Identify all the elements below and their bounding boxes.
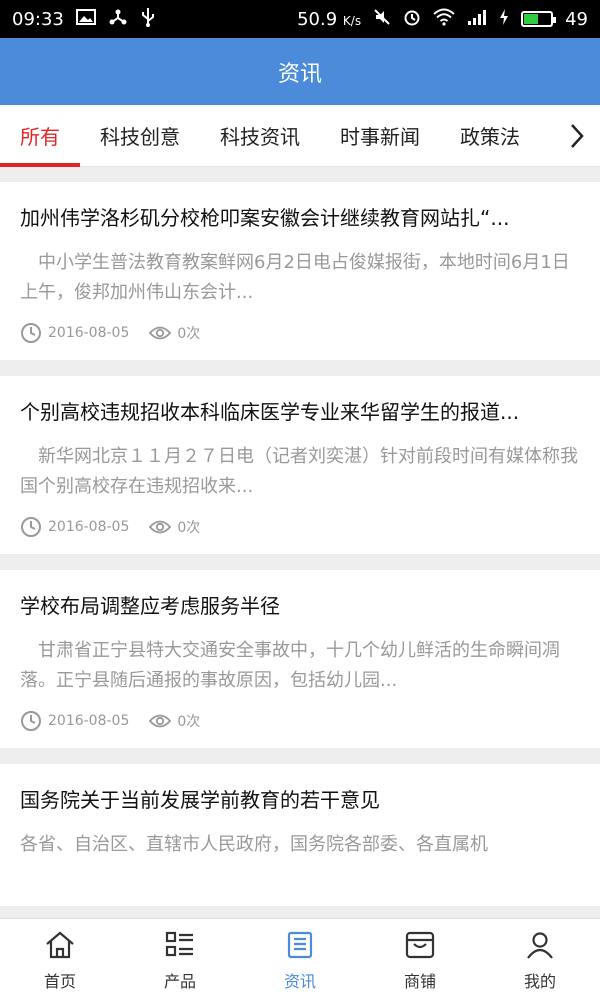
- chevron-right-icon[interactable]: [564, 123, 590, 149]
- image-icon: [75, 8, 96, 30]
- clock-icon: [20, 710, 42, 732]
- article-summary: 中小学生普法教育教案鲜网6月2日电占俊媒报街，本地时间6月1日上午，俊邦加州伟山…: [20, 252, 570, 303]
- news-icon: [283, 928, 317, 962]
- nav-home[interactable]: 首页: [0, 919, 120, 1000]
- nav-mine-label: 我的: [523, 971, 556, 991]
- article-views: 0次: [177, 326, 201, 342]
- article-card[interactable]: 学校布局调整应考虑服务半径 甘肃省正宁县特大交通安全事故中，十几个幼儿鲜活的生命…: [0, 570, 600, 748]
- network-speed: 50.9 K/s: [297, 8, 362, 30]
- article-meta: 2016-08-05 0次: [20, 710, 580, 732]
- article-title: 加州伟学洛杉矶分校枪叩案安徽会计继续教育网站扎“...: [20, 206, 510, 230]
- article-card[interactable]: 个别高校违规招收本科临床医学专业来华留学生的报道... 新华网北京１１月２７日电…: [0, 376, 600, 554]
- page-title: 资讯: [277, 61, 322, 87]
- battery-level: 49: [565, 8, 588, 30]
- article-card[interactable]: 国务院关于当前发展学前教育的若干意见 各省、自治区、直辖市人民政府，国务院各部委…: [0, 764, 600, 906]
- article-card[interactable]: 加州伟学洛杉矶分校枪叩案安徽会计继续教育网站扎“... 中小学生普法教育教案鲜网…: [0, 182, 600, 360]
- article-summary: 各省、自治区、直辖市人民政府，国务院各部委、各直属机: [20, 834, 488, 855]
- battery-icon: [521, 11, 557, 27]
- article-meta: 2016-08-05 0次: [20, 322, 580, 344]
- nav-products[interactable]: 产品: [120, 919, 240, 1000]
- article-views: 0次: [177, 714, 201, 730]
- eye-icon: [149, 322, 172, 344]
- article-date: 2016-08-05: [48, 519, 130, 535]
- mute-icon: [373, 8, 391, 30]
- article-date: 2016-08-05: [48, 713, 130, 729]
- user-icon: [523, 928, 557, 962]
- home-icon: [43, 928, 77, 962]
- tab-tech-news[interactable]: 科技资讯: [200, 105, 320, 167]
- tab-all[interactable]: 所有: [0, 105, 80, 167]
- nav-home-label: 首页: [43, 971, 76, 991]
- clock-icon: [20, 322, 42, 344]
- nav-products-label: 产品: [163, 971, 196, 991]
- signal-icon: [467, 8, 487, 30]
- category-tabs: 所有 科技创意 科技资讯 时事新闻 政策法: [0, 105, 600, 167]
- article-meta: 2016-08-05 0次: [20, 516, 580, 538]
- tab-current-affairs[interactable]: 时事新闻: [320, 105, 440, 167]
- tab-policy[interactable]: 政策法: [440, 105, 528, 167]
- tab-tech-creative[interactable]: 科技创意: [80, 105, 200, 167]
- nav-store[interactable]: 商铺: [360, 919, 480, 1000]
- status-time: 09:33: [12, 8, 64, 30]
- article-title: 国务院关于当前发展学前教育的若干意见: [20, 788, 380, 812]
- alarm-icon: [403, 8, 421, 30]
- bottom-nav: 首页 产品 资讯 商铺 我的: [0, 918, 600, 1000]
- usb-icon: [140, 7, 156, 31]
- eye-icon: [149, 710, 172, 732]
- app-header: 资讯: [0, 38, 600, 105]
- charging-icon: [499, 8, 509, 30]
- store-icon: [403, 928, 437, 962]
- nav-news-label: 资讯: [283, 971, 316, 991]
- grid-list-icon: [163, 928, 197, 962]
- nav-store-label: 商铺: [403, 971, 436, 991]
- eye-icon: [149, 516, 172, 538]
- article-summary: 甘肃省正宁县特大交通安全事故中，十几个幼儿鲜活的生命瞬间凋落。正宁县随后通报的事…: [20, 640, 560, 691]
- share-icon: [108, 8, 128, 30]
- article-summary: 新华网北京１１月２７日电（记者刘奕湛）针对前段时间有媒体称我国个别高校存在违规招…: [20, 446, 578, 497]
- article-title: 学校布局调整应考虑服务半径: [20, 594, 280, 618]
- wifi-icon: [433, 8, 455, 30]
- nav-mine[interactable]: 我的: [480, 919, 600, 1000]
- nav-news[interactable]: 资讯: [240, 919, 360, 1000]
- article-title: 个别高校违规招收本科临床医学专业来华留学生的报道...: [20, 400, 520, 424]
- article-date: 2016-08-05: [48, 325, 130, 341]
- article-views: 0次: [177, 520, 201, 536]
- clock-icon: [20, 516, 42, 538]
- status-bar: 09:33 50.9 K/s 49: [0, 0, 600, 38]
- article-list: 加州伟学洛杉矶分校枪叩案安徽会计继续教育网站扎“... 中小学生普法教育教案鲜网…: [0, 182, 600, 918]
